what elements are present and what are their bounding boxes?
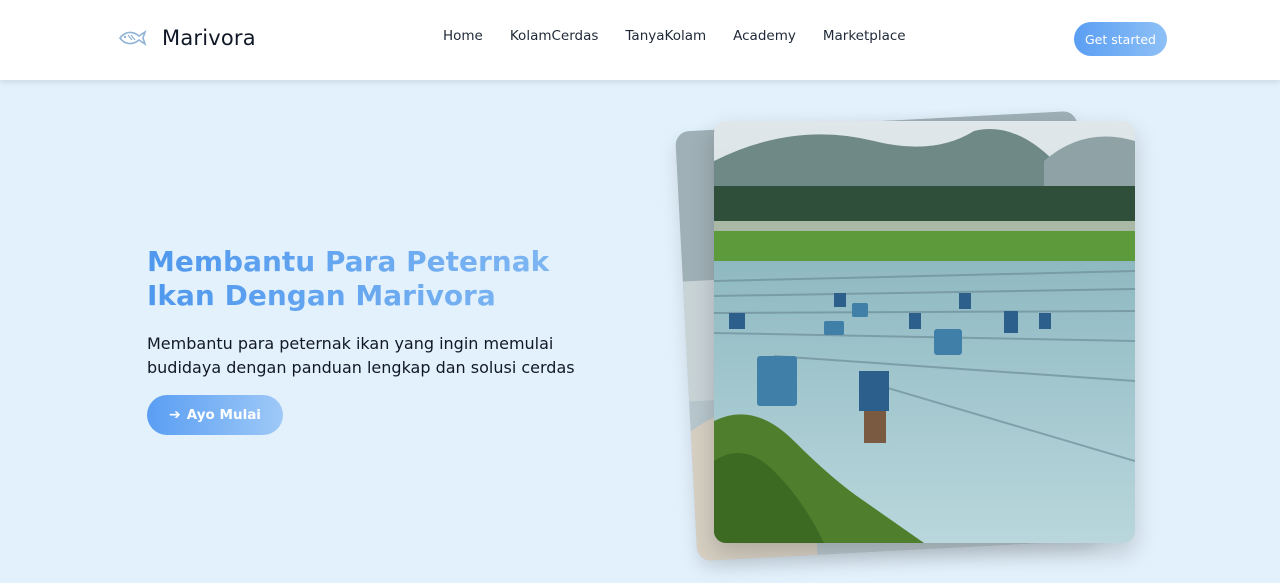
hero-title: Membantu Para Peternak Ikan Dengan Mariv… [147, 245, 617, 313]
brand-logo[interactable]: Marivora [117, 26, 256, 50]
fish-farm-photo [714, 121, 1135, 543]
hero-subtitle: Membantu para peternak ikan yang ingin m… [147, 334, 575, 377]
ayo-mulai-label: Ayo Mulai [186, 407, 261, 423]
nav-link-academy[interactable]: Academy [733, 28, 796, 44]
brand-name: Marivora [162, 26, 256, 50]
nav-link-tanyakolam[interactable]: TanyaKolam [625, 28, 706, 44]
nav-link-marketplace[interactable]: Marketplace [823, 28, 906, 44]
arrow-right-icon: ➔ [169, 407, 181, 423]
fish-icon [117, 26, 147, 50]
nav-link-kolamcerdas[interactable]: KolamCerdas [510, 28, 599, 44]
nav-link-home[interactable]: Home [443, 28, 483, 44]
navbar: Marivora Home KolamCerdas TanyaKolam Aca… [0, 0, 1280, 80]
main-nav: Home KolamCerdas TanyaKolam Academy Mark… [443, 28, 933, 44]
get-started-button[interactable]: Get started [1074, 22, 1167, 56]
ayo-mulai-button[interactable]: ➔ Ayo Mulai [147, 395, 283, 435]
